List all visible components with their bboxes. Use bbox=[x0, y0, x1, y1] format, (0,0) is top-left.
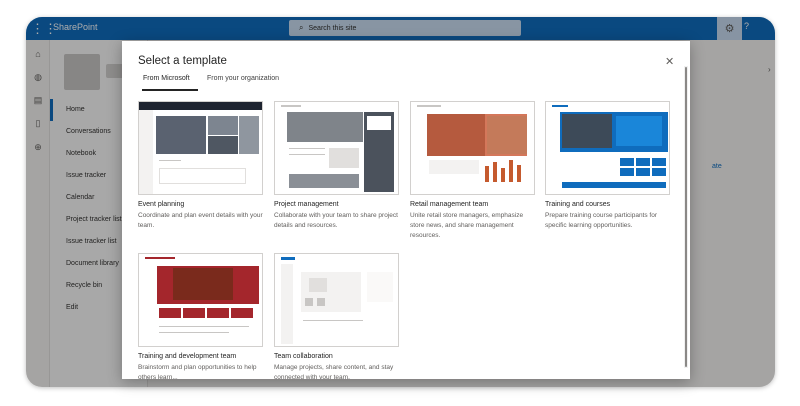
template-title: Project management bbox=[274, 201, 339, 208]
template-title: Training and development team bbox=[138, 353, 237, 360]
template-thumbnail bbox=[138, 101, 263, 195]
select-template-dialog: Select a template ✕ From Microsoft From … bbox=[122, 41, 690, 379]
template-description: Manage projects, share content, and stay… bbox=[274, 364, 394, 379]
template-description: Collaborate with your team to share proj… bbox=[274, 212, 398, 229]
template-thumbnail bbox=[410, 101, 535, 195]
template-description: Prepare training course participants for… bbox=[545, 212, 658, 229]
template-title: Team collaboration bbox=[274, 353, 333, 360]
tab-from-your-organization[interactable]: From your organization bbox=[207, 75, 279, 82]
template-thumbnail bbox=[138, 253, 263, 347]
template-card-training-and-development-team[interactable]: Training and development team Brainstorm… bbox=[138, 253, 263, 379]
template-title: Retail management team bbox=[410, 201, 489, 208]
active-tab-indicator bbox=[142, 89, 198, 91]
template-card-event-planning[interactable]: Event planning Coordinate and plan event… bbox=[138, 101, 263, 241]
template-title: Event planning bbox=[138, 201, 185, 208]
template-card-team-collaboration[interactable]: Team collaboration Manage projects, shar… bbox=[274, 253, 399, 379]
template-thumbnail bbox=[274, 101, 399, 195]
template-title: Training and courses bbox=[545, 201, 611, 208]
template-card-retail-management-team[interactable]: Retail management team Unite retail stor… bbox=[410, 101, 535, 241]
template-description: Brainstorm and plan opportunities to hel… bbox=[138, 364, 257, 379]
template-card-project-management[interactable]: Project management Collaborate with your… bbox=[274, 101, 399, 241]
close-icon[interactable]: ✕ bbox=[665, 55, 674, 68]
template-thumbnail bbox=[274, 253, 399, 347]
template-thumbnail bbox=[545, 101, 670, 195]
template-card-training-and-courses[interactable]: Training and courses Prepare training co… bbox=[545, 101, 670, 241]
template-description: Coordinate and plan event details with y… bbox=[138, 212, 263, 229]
tab-from-microsoft[interactable]: From Microsoft bbox=[143, 75, 190, 82]
template-description: Unite retail store managers, emphasize s… bbox=[410, 212, 524, 239]
dialog-title: Select a template bbox=[138, 55, 227, 67]
scrollbar-thumb[interactable] bbox=[685, 67, 687, 367]
